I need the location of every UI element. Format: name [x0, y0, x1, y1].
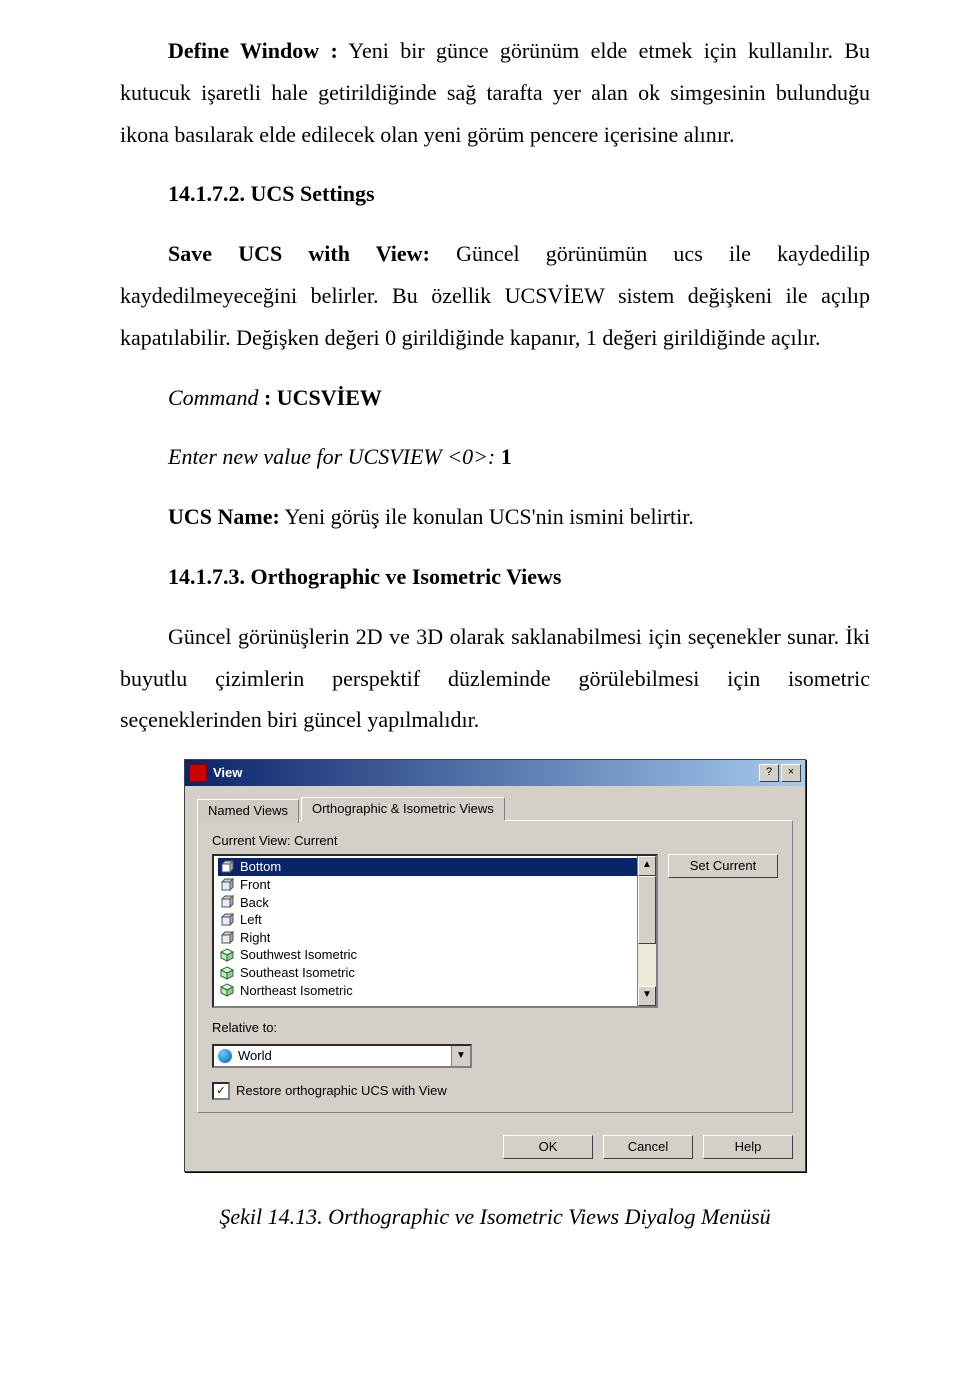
tab-named-views[interactable]: Named Views — [197, 799, 299, 823]
command-value: : UCSVİEW — [258, 385, 381, 410]
help-button[interactable]: Help — [703, 1135, 793, 1159]
list-item[interactable]: Southeast Isometric — [218, 964, 652, 982]
scroll-down-button[interactable]: ▼ — [638, 986, 656, 1006]
relative-to-value: World — [238, 1048, 451, 1064]
titlebar: View ? × — [185, 760, 805, 786]
list-item[interactable]: Right — [218, 929, 652, 947]
cancel-button[interactable]: Cancel — [603, 1135, 693, 1159]
close-titlebar-button[interactable]: × — [781, 764, 801, 782]
checkbox-checked-icon[interactable]: ✓ — [212, 1082, 230, 1100]
relative-to-combo[interactable]: World ▼ — [212, 1044, 472, 1068]
command-line: Command : UCSVİEW — [120, 377, 870, 419]
list-item-label: Right — [240, 930, 270, 946]
label-save-ucs: Save UCS with View: — [168, 241, 430, 266]
list-item[interactable]: Back — [218, 894, 652, 912]
cube-icon — [220, 860, 234, 874]
restore-checkbox-row[interactable]: ✓ Restore orthographic UCS with View — [212, 1082, 778, 1100]
ok-button[interactable]: OK — [503, 1135, 593, 1159]
chevron-down-icon[interactable]: ▼ — [451, 1046, 470, 1066]
relative-to-label: Relative to: — [212, 1020, 778, 1036]
iso-cube-icon — [220, 966, 234, 980]
list-item-label: Bottom — [240, 859, 281, 875]
scroll-up-button[interactable]: ▲ — [638, 856, 656, 876]
heading-ortho-iso: 14.1.7.3. Orthographic ve Isometric View… — [120, 556, 870, 598]
list-item-label: Southeast Isometric — [240, 965, 355, 981]
cube-icon — [220, 878, 234, 892]
view-listbox[interactable]: Bottom Front — [212, 854, 658, 1008]
cube-icon — [220, 931, 234, 945]
list-item-label: Back — [240, 895, 269, 911]
label-ucs-name: UCS Name: — [168, 504, 280, 529]
current-view-label: Current View: — [212, 833, 291, 848]
heading-ucs-settings: 14.1.7.2. UCS Settings — [120, 173, 870, 215]
restore-checkbox-label: Restore orthographic UCS with View — [236, 1083, 447, 1099]
globe-icon — [218, 1049, 232, 1063]
list-item[interactable]: Southwest Isometric — [218, 946, 652, 964]
list-item-label: Front — [240, 877, 270, 893]
text-ucs-name: Yeni görüş ile konulan UCS'nin ismini be… — [280, 504, 694, 529]
paragraph-save-ucs: Save UCS with View: Güncel görünümün ucs… — [120, 233, 870, 358]
current-view-row: Current View: Current — [212, 833, 778, 849]
list-item-label: Southwest Isometric — [240, 947, 357, 963]
current-view-value: Current — [294, 833, 337, 848]
paragraph-ucs-name: UCS Name: Yeni görüş ile konulan UCS'nin… — [120, 496, 870, 538]
dialog-title: View — [213, 765, 759, 781]
help-titlebar-button[interactable]: ? — [759, 764, 779, 782]
enter-value-label: Enter new value for UCSVIEW <0>: — [168, 444, 495, 469]
label-define-window: Define Window : — [168, 38, 338, 63]
view-dialog: View ? × Named Views Orthographic & Isom… — [184, 759, 806, 1172]
cube-icon — [220, 913, 234, 927]
list-item-label: Northeast Isometric — [240, 983, 353, 999]
paragraph-define-window: Define Window : Yeni bir günce görünüm e… — [120, 30, 870, 155]
tabpanel-ortho-iso: Current View: Current Bottom — [197, 820, 793, 1113]
iso-cube-icon — [220, 983, 234, 997]
enter-value-value: 1 — [495, 444, 512, 469]
list-item[interactable]: Northeast Isometric — [218, 982, 652, 1000]
command-label: Command — [168, 385, 258, 410]
paragraph-ortho-iso: Güncel görünüşlerin 2D ve 3D olarak sakl… — [120, 616, 870, 741]
list-item-label: Left — [240, 912, 262, 928]
list-item[interactable]: Bottom — [218, 858, 652, 876]
list-item[interactable]: Left — [218, 911, 652, 929]
set-current-button[interactable]: Set Current — [668, 854, 778, 878]
cube-icon — [220, 895, 234, 909]
app-icon — [189, 764, 207, 782]
figure-caption: Şekil 14.13. Orthographic ve Isometric V… — [120, 1196, 870, 1238]
list-item[interactable]: Front — [218, 876, 652, 894]
listbox-scrollbar[interactable]: ▲ ▼ — [637, 856, 656, 1006]
tab-ortho-iso[interactable]: Orthographic & Isometric Views — [301, 797, 505, 821]
enter-value-line: Enter new value for UCSVIEW <0>: 1 — [120, 436, 870, 478]
scroll-thumb[interactable] — [638, 876, 656, 944]
iso-cube-icon — [220, 948, 234, 962]
